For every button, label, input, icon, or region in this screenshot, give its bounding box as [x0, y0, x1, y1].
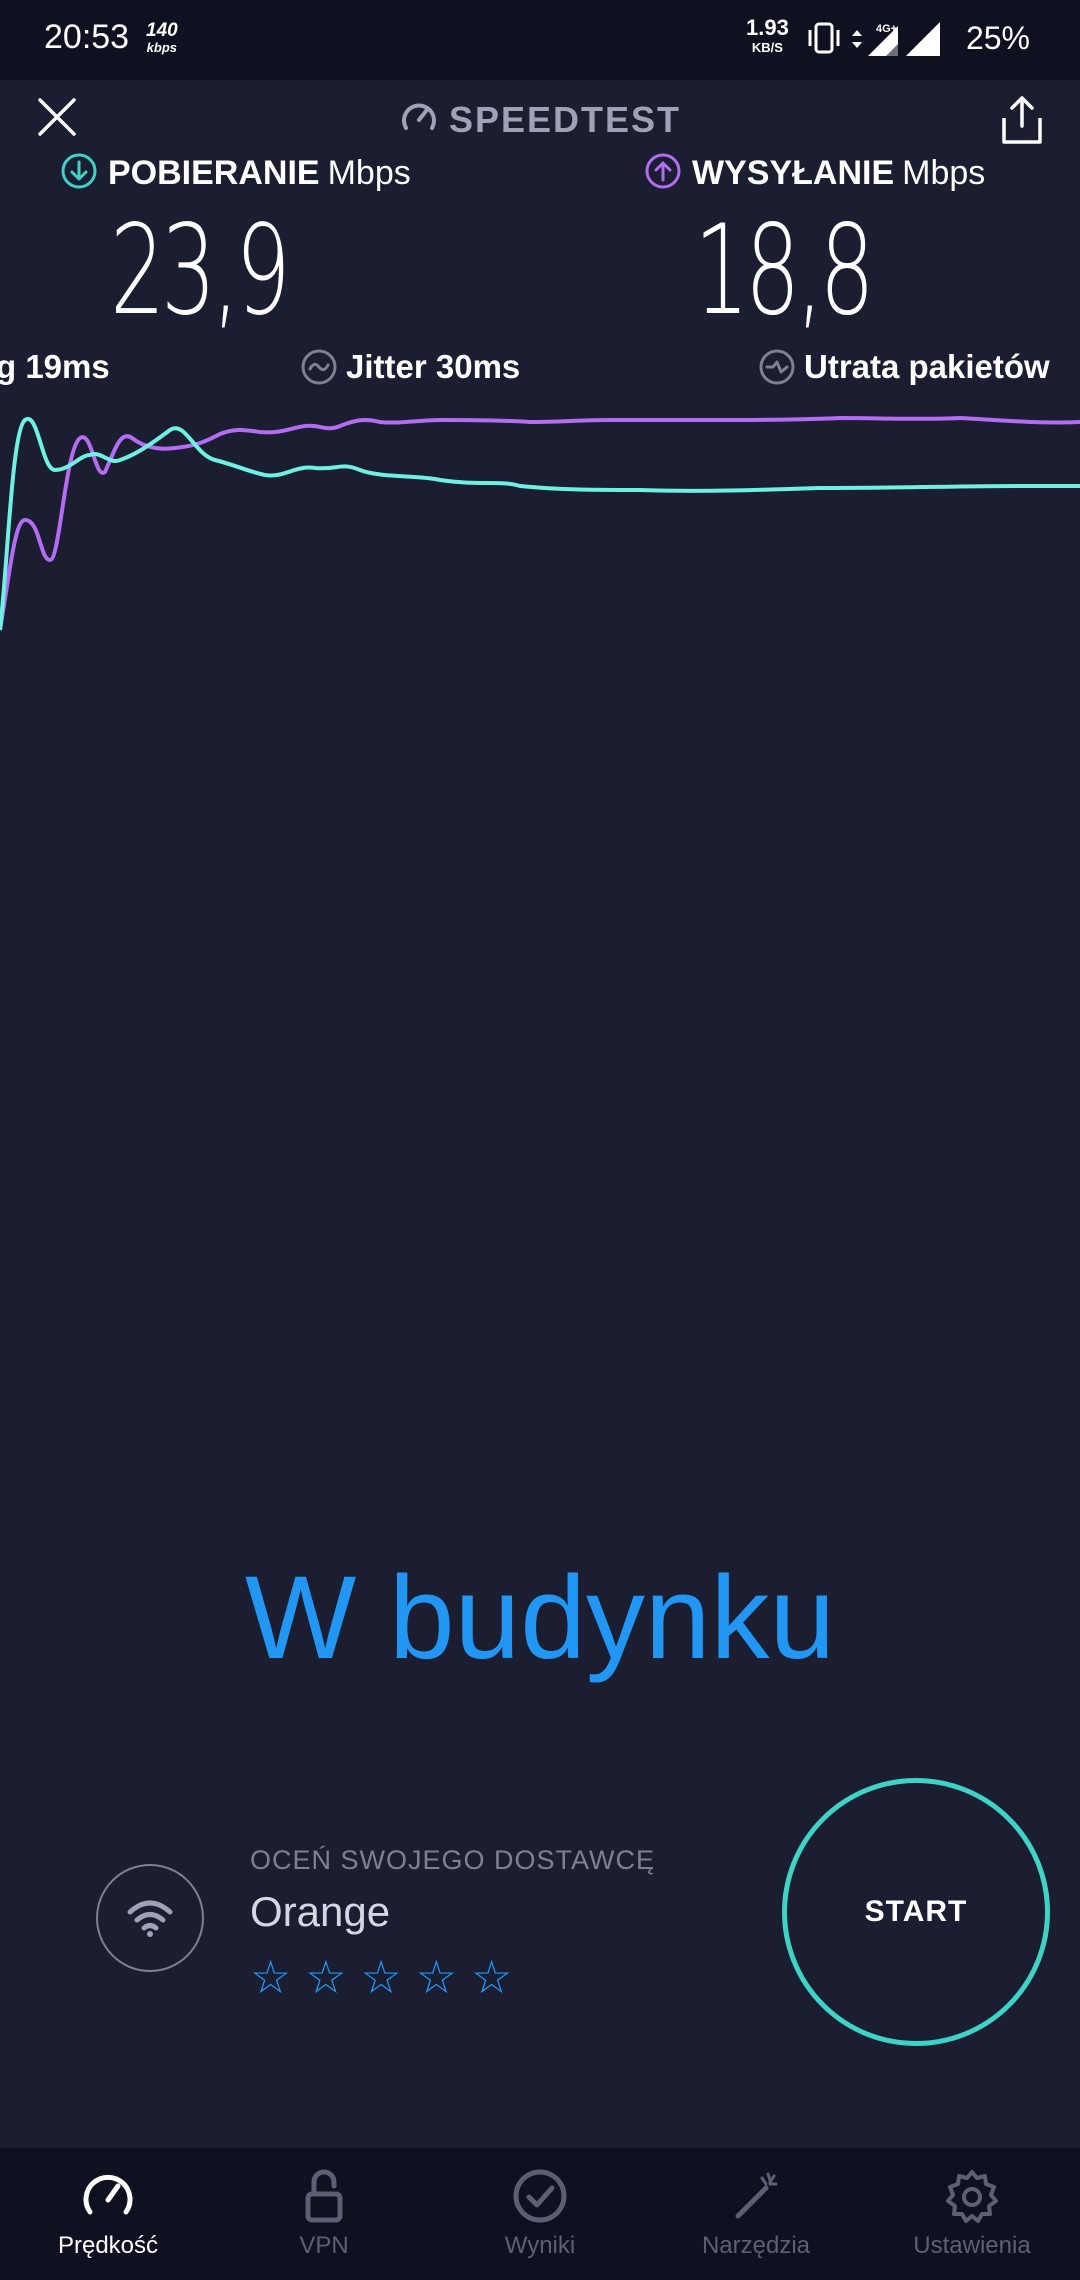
status-bar: 20:53 140 kbps 1.93 KB/S 4G+ 25% [0, 0, 1080, 80]
app-bar: SPEEDTEST [0, 80, 1080, 160]
nav-item-vpn[interactable]: VPN [216, 2148, 432, 2280]
upload-unit: Mbps [902, 154, 986, 192]
provider-name: Orange [250, 1888, 391, 1935]
data-rate: 140 kbps [146, 20, 178, 55]
lock-icon [305, 2169, 343, 2223]
upload-value: 18,8 [694, 199, 875, 343]
upload-metric: WYSYŁANIE Mbps 18,8 [644, 152, 985, 343]
battery-level: 25% [965, 20, 1030, 56]
gear-icon [946, 2170, 998, 2223]
connection-location: W budynku [244, 1552, 836, 1684]
upload-arrow-icon [645, 153, 681, 189]
nav-item-tools[interactable]: Narzędzia [648, 2148, 864, 2280]
rate-provider-label: OCEŃ SWOJEGO DOSTAWCĘ [250, 1845, 656, 1875]
bottom-nav: Prędkość VPN Wyniki Narzędzia Ustawienia [0, 2148, 1080, 2280]
signal-icons: 4G+ [808, 22, 940, 56]
speed-graph [0, 415, 1080, 631]
packet-loss-icon [759, 349, 795, 385]
speed-gauge-icon [83, 2174, 133, 2215]
share-icon[interactable] [994, 92, 1050, 148]
start-button[interactable]: START [782, 1778, 1050, 2046]
nav-item-settings[interactable]: Ustawienia [864, 2148, 1080, 2280]
download-value: 23,9 [110, 199, 291, 343]
download-arrow-icon [61, 153, 97, 189]
nav-item-results[interactable]: Wyniki [432, 2148, 648, 2280]
packet-loss-stat: Utrata pakietów [758, 348, 1050, 386]
status-icons: 4G+ [808, 20, 958, 65]
download-metric: POBIERANIE Mbps 23,9 [60, 152, 411, 343]
stats-row: g 19ms Jitter 30ms Utrata pakietów [0, 348, 1080, 398]
ping-stat: g 19ms [0, 348, 110, 385]
jitter-icon [301, 349, 337, 385]
jitter-stat: Jitter 30ms [300, 348, 520, 386]
check-circle-icon [513, 2169, 567, 2223]
network-speed: 1.93 KB/S [746, 15, 789, 56]
magic-wand-icon [735, 2172, 778, 2219]
download-label: POBIERANIE [108, 154, 320, 192]
wifi-icon [96, 1864, 204, 1972]
upload-graph-line [0, 415, 1080, 631]
status-time: 20:53 [44, 18, 130, 56]
network-type: 4G+ [876, 23, 897, 35]
nav-item-speed[interactable]: Prędkość [0, 2148, 216, 2280]
speedometer-icon [402, 103, 436, 130]
rating-stars[interactable]: ☆☆☆☆☆ [250, 1950, 526, 2004]
app-title: SPEEDTEST [0, 98, 1080, 141]
download-unit: Mbps [327, 154, 411, 192]
upload-label: WYSYŁANIE [692, 154, 895, 192]
